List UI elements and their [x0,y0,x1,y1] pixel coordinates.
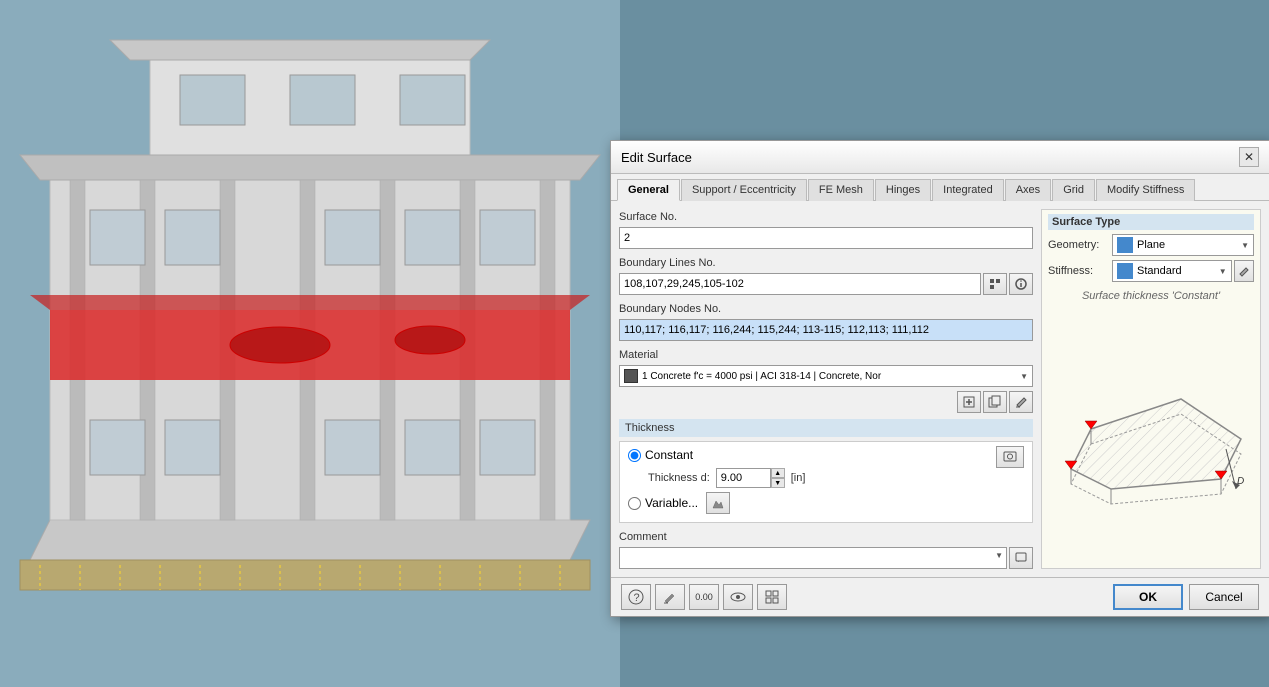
cancel-button[interactable]: Cancel [1189,584,1259,610]
boundary-lines-row [619,273,1033,295]
surface-no-section: Surface No. [619,209,1033,249]
view-btn[interactable] [723,584,753,610]
thickness-down-btn[interactable]: ▼ [771,478,785,488]
thickness-d-input[interactable] [716,468,771,488]
material-copy-btn[interactable] [983,391,1007,413]
surface-no-input[interactable] [619,227,1033,249]
constant-radio-row: Constant [628,448,693,462]
material-edit-btn[interactable] [1009,391,1033,413]
stiffness-select[interactable]: Standard ▼ [1112,260,1232,282]
tab-modify-stiffness[interactable]: Modify Stiffness [1096,179,1195,201]
comment-row: ▼ [619,547,1033,569]
material-icon [624,369,638,383]
boundary-lines-info-btn[interactable] [1009,273,1033,295]
stiffness-row: Stiffness: Standard ▼ [1048,260,1254,282]
boundary-lines-input[interactable] [619,273,981,295]
dialog-title: Edit Surface [621,150,692,165]
variable-label: Variable... [645,496,698,510]
svg-text:?: ? [634,592,640,604]
geometry-row: Geometry: Plane ▼ [1048,234,1254,256]
comment-section: Comment ▼ [619,529,1033,569]
tab-support-eccentricity[interactable]: Support / Eccentricity [681,179,807,201]
boundary-nodes-label: Boundary Nodes No. [619,301,1033,317]
thickness-description: Surface thickness 'Constant' [1048,286,1254,306]
dialog-content: Surface No. Boundary Lines No. B [611,201,1269,577]
boundary-lines-label: Boundary Lines No. [619,255,1033,271]
stiffness-edit-btn[interactable] [1234,260,1254,282]
stiffness-arrow: ▼ [1219,267,1227,276]
tab-hinges[interactable]: Hinges [875,179,931,201]
thickness-up-btn[interactable]: ▲ [771,468,785,478]
thickness-screenshot-btn[interactable] [996,446,1024,468]
constant-label: Constant [645,448,693,462]
material-btn-row [619,391,1033,413]
geometry-arrow: ▼ [1241,241,1249,250]
numeric-btn[interactable]: 0.00 [689,584,719,610]
material-row: 1 Concrete f'c = 4000 psi | ACI 318-14 |… [619,365,1033,387]
comment-btn[interactable] [1009,547,1033,569]
tab-grid[interactable]: Grid [1052,179,1095,201]
geometry-icon [1117,237,1133,253]
close-button[interactable]: ✕ [1239,147,1259,167]
stiffness-label: Stiffness: [1048,265,1108,277]
footer-action-btns: OK Cancel [1113,584,1259,610]
tab-general[interactable]: General [617,179,680,201]
boundary-nodes-input[interactable] [619,319,1033,341]
material-label: Material [619,347,1033,363]
thickness-d-row: Thickness d: ▲ ▼ [in] [648,468,1024,488]
dialog-titlebar: Edit Surface ✕ [611,141,1269,174]
material-dropdown-arrow: ▼ [1020,372,1028,381]
right-panel: Surface Type Geometry: Plane ▼ Sti [1041,209,1261,569]
variable-radio[interactable] [628,497,641,510]
left-panel: Surface No. Boundary Lines No. B [619,209,1033,569]
numeric-label: 0.00 [695,592,713,602]
boundary-lines-select-btn[interactable] [983,273,1007,295]
edit-surface-dialog: Edit Surface ✕ General Support / Eccentr… [610,140,1269,617]
preview-svg: D [1051,359,1251,519]
surface-no-label: Surface No. [619,209,1033,225]
stiffness-value: Standard [1137,265,1219,277]
geometry-label: Geometry: [1048,239,1108,251]
surface-type-title: Surface Type [1048,214,1254,230]
variable-radio-row: Variable... [628,492,1024,514]
preview-area: D [1042,310,1260,568]
thickness-section: Thickness Constant Thickness d: [619,419,1033,523]
constant-radio[interactable] [628,449,641,462]
building-background [0,0,620,687]
variable-btn[interactable] [706,492,730,514]
comment-dropdown: ▼ [995,551,1003,560]
boundary-nodes-section: Boundary Nodes No. [619,301,1033,341]
edit-btn[interactable] [655,584,685,610]
comment-input[interactable] [619,547,1007,569]
material-text: 1 Concrete f'c = 4000 psi | ACI 318-14 |… [642,371,1016,382]
thickness-header: Thickness [619,419,1033,437]
tab-axes[interactable]: Axes [1005,179,1051,201]
thickness-unit: [in] [791,472,806,484]
boundary-lines-section: Boundary Lines No. [619,255,1033,295]
comment-label: Comment [619,529,1033,545]
footer-icons: ? 0.00 [621,584,787,610]
help-btn[interactable]: ? [621,584,651,610]
grid-btn[interactable] [757,584,787,610]
material-section: Material 1 Concrete f'c = 4000 psi | ACI… [619,347,1033,413]
tab-integrated[interactable]: Integrated [932,179,1004,201]
tab-bar: General Support / Eccentricity FE Mesh H… [611,174,1269,201]
surface-type-panel: Surface Type Geometry: Plane ▼ Sti [1042,210,1260,310]
stiffness-icon [1117,263,1133,279]
material-new-btn[interactable] [957,391,981,413]
thickness-content: Constant Thickness d: ▲ ▼ [619,441,1033,523]
geometry-value: Plane [1137,239,1241,251]
tab-fe-mesh[interactable]: FE Mesh [808,179,874,201]
thickness-d-label: Thickness d: [648,470,710,486]
svg-text:D: D [1237,476,1244,487]
dialog-footer: ? 0.00 OK Cancel [611,577,1269,616]
ok-button[interactable]: OK [1113,584,1183,610]
geometry-select[interactable]: Plane ▼ [1112,234,1254,256]
